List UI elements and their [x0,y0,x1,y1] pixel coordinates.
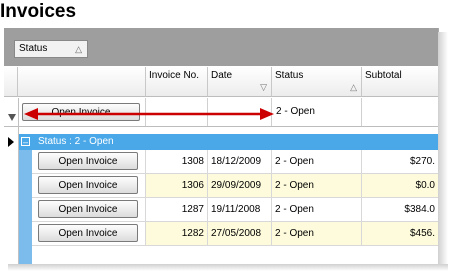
status-cell: 2 - Open [272,174,362,197]
filter-row: Open Invoice 2 - Open [4,98,438,127]
sort-ascending-icon: △ [350,82,357,92]
column-header-status[interactable]: Status △ [272,67,362,97]
collapse-minus-icon[interactable]: – [21,137,30,147]
group-row-label: Status : 2 - Open [38,136,114,147]
filter-funnel-icon[interactable]: ▽ [260,82,267,93]
group-indent-strip [18,150,32,264]
date-cell: 29/09/2009 [208,174,272,197]
subtotal-cell: $456. [409,228,435,239]
table-row-partial [32,246,438,264]
open-invoice-button[interactable]: Open Invoice [38,176,138,194]
header-corner [4,67,18,97]
group-row-status-open[interactable]: – Status : 2 - Open [18,134,438,150]
filter-status-cell[interactable]: 2 - Open [272,98,362,126]
date-cell: 18/12/2009 [208,150,272,173]
torn-edge-shadow [438,32,448,266]
table-row[interactable]: Open Invoice 1287 19/11/2008 2 - Open $3… [32,198,438,222]
invoice-no-cell: 1287 [146,198,208,221]
group-chip-status[interactable]: Status △ [14,40,88,58]
table-row[interactable]: Open Invoice 1282 27/05/2008 2 - Open $4… [32,222,438,246]
subtotal-cell: $0.0 [415,180,435,191]
filter-open-invoice-button[interactable]: Open Invoice [22,103,140,121]
open-invoice-button[interactable]: Open Invoice [38,200,138,218]
filter-subtotal-cell[interactable] [362,98,438,126]
status-cell: 2 - Open [272,222,362,245]
open-invoice-button[interactable]: Open Invoice [38,152,138,170]
page-title: Invoices [0,1,77,22]
table-row[interactable]: Open Invoice 1308 18/12/2009 2 - Open $2… [32,150,438,174]
table-row[interactable]: Open Invoice 1306 29/09/2009 2 - Open $0… [32,174,438,198]
column-header-invoice-no[interactable]: Invoice No. [146,67,208,97]
invoice-no-cell: 1308 [146,150,208,173]
filter-invoice-no-cell[interactable] [146,98,208,126]
status-cell: 2 - Open [272,198,362,221]
invoice-no-cell: 1282 [146,222,208,245]
date-cell: 27/05/2008 [208,222,272,245]
invoice-grid: Status △ Invoice No. Date ▽ Status △ Sub… [4,28,439,264]
subtotal-cell: $270. [409,156,435,167]
date-cell: 19/11/2008 [208,198,272,221]
invoice-no-cell: 1306 [146,174,208,197]
group-by-panel: Status △ [4,28,438,66]
sort-ascending-icon: △ [75,44,82,54]
filter-date-cell[interactable] [208,98,272,126]
row-selector-column [4,98,19,264]
subtotal-cell: $384.0 [404,204,435,215]
column-header-subtotal[interactable]: Subtotal [362,67,438,97]
group-chip-label: Status [19,43,48,54]
open-invoice-button[interactable]: Open Invoice [38,224,138,242]
torn-edge-shadow-bottom [8,264,448,271]
column-header-action[interactable] [18,67,146,97]
status-cell: 2 - Open [272,150,362,173]
column-header-date[interactable]: Date ▽ [208,67,272,97]
